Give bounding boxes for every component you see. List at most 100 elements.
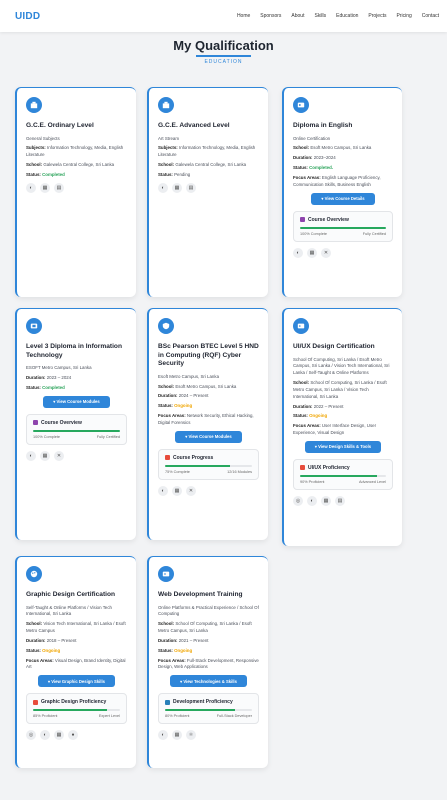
github-icon[interactable]: ◐ bbox=[307, 495, 317, 506]
card-detail-line: Duration: 2024 – Present bbox=[158, 393, 209, 399]
card-link-icons: ◎ ◐ ▦ ● bbox=[26, 730, 127, 741]
nav-sponsors[interactable]: Sponsors bbox=[260, 13, 281, 19]
calendar-icon[interactable]: ▦ bbox=[172, 182, 182, 193]
figma-icon[interactable]: ◎ bbox=[293, 495, 303, 506]
view-details-button[interactable]: ▾ View Technologies & Skills bbox=[170, 675, 247, 688]
calendar-icon[interactable]: ▦ bbox=[54, 730, 64, 741]
github-icon[interactable]: ◐ bbox=[158, 182, 168, 193]
card-header-icon bbox=[26, 97, 42, 113]
progress-icon bbox=[165, 455, 170, 461]
top-navbar: UIDD Home Sponsors About Skills Educatio… bbox=[0, 0, 447, 32]
card-title: Graphic Design Certification bbox=[26, 591, 116, 598]
card-detail-line: Duration: 2018 – Present bbox=[26, 637, 77, 643]
card-detail-line: Online Platforms & Practical Experience … bbox=[158, 604, 259, 617]
github-icon[interactable]: ◐ bbox=[26, 450, 36, 461]
nav-about[interactable]: About bbox=[291, 13, 304, 19]
card-detail-line: Status: Ongoing bbox=[158, 403, 193, 409]
view-details-button[interactable]: ▾ View Graphic Design Skills bbox=[38, 675, 115, 688]
card-detail-line: Status: Pending bbox=[158, 171, 191, 177]
progress-fill bbox=[33, 429, 120, 432]
github-icon[interactable]: ◐ bbox=[293, 247, 303, 258]
progress-fill bbox=[300, 474, 378, 477]
card-detail-line: School: School Of Computing, Sri Lanka /… bbox=[158, 621, 252, 634]
certificate-icon[interactable]: ▤ bbox=[186, 182, 196, 193]
progress-right-label: Advanced Level bbox=[358, 479, 386, 484]
view-details-button[interactable]: ▾ View Course Modules bbox=[175, 430, 242, 443]
progress-right-label: Fully Certified bbox=[362, 231, 386, 236]
view-details-button[interactable]: ▾ View Course Modules bbox=[43, 395, 110, 408]
card-detail-line: School: Galewela Central College, Sri La… bbox=[26, 162, 115, 168]
progress-left-label: 75% Complete bbox=[165, 469, 190, 474]
progress-panel: Graphic Design Proficiency 85% Proficient… bbox=[26, 693, 127, 725]
progress-left-label: 100% Complete bbox=[300, 231, 328, 236]
progress-title: Course Progress bbox=[165, 455, 252, 461]
github-icon[interactable]: ◐ bbox=[26, 182, 36, 193]
progress-title: Course Overview bbox=[300, 217, 386, 223]
calendar-icon[interactable]: ▦ bbox=[321, 495, 331, 506]
nav-skills[interactable]: Skills bbox=[314, 13, 326, 19]
github-icon[interactable]: ◐ bbox=[158, 730, 168, 741]
card-detail-line: Focus Areas: English Language Proficienc… bbox=[293, 174, 381, 187]
progress-title: Course Overview bbox=[33, 420, 120, 426]
card-detail-line: Status: Ongoing bbox=[26, 647, 61, 653]
nav-home[interactable]: Home bbox=[237, 13, 250, 19]
nav-menu: Home Sponsors About Skills Education Pro… bbox=[237, 13, 439, 19]
github-icon[interactable]: ◐ bbox=[158, 485, 168, 496]
palette-icon[interactable]: ● bbox=[68, 730, 78, 741]
card-detail-line: Focus Areas: Network Security, Ethical H… bbox=[158, 413, 254, 425]
close-icon[interactable]: ✕ bbox=[54, 450, 64, 461]
calendar-icon[interactable]: ▦ bbox=[40, 182, 50, 193]
card-detail-line: Duration: 2022 – Present bbox=[293, 403, 344, 409]
card-detail-line: Focus Areas: User Interface Design, User… bbox=[293, 423, 377, 436]
card-detail-line: Subjects: Information Technology, Media,… bbox=[158, 145, 256, 158]
card-link-icons: ◐ ▦ ✕ bbox=[158, 485, 259, 496]
progress-left-label: 90% Proficient bbox=[300, 479, 325, 484]
site-logo[interactable]: UIDD bbox=[15, 11, 40, 22]
nav-projects[interactable]: Projects bbox=[368, 13, 386, 19]
certificate-icon[interactable]: ▤ bbox=[54, 182, 64, 193]
card-detail-line: ESOFT Metro Campus, Sri Lanka bbox=[26, 365, 92, 371]
calendar-icon[interactable]: ▦ bbox=[307, 247, 317, 258]
progress-panel: Course Progress 75% Complete 12/16 Modules bbox=[158, 448, 259, 480]
card-detail-line: Status: Ongoing bbox=[158, 647, 193, 653]
card-title: UI/UX Design Certification bbox=[293, 343, 375, 350]
card-detail-line: Duration: 2023 – 2024 bbox=[26, 374, 72, 380]
card-detail-line: Esoft Metro Campus, Sri Lanka bbox=[158, 373, 220, 379]
card-title: G.C.E. Advanced Level bbox=[158, 122, 230, 129]
progress-bar bbox=[33, 709, 120, 712]
progress-panel: UI/UX Proficiency 90% Proficient Advanced … bbox=[293, 458, 393, 490]
close-icon[interactable]: ✕ bbox=[321, 247, 331, 258]
nav-contact[interactable]: Contact bbox=[422, 13, 439, 19]
certificate-icon[interactable]: ▤ bbox=[335, 495, 345, 506]
qualification-card: Diploma in English Online Certification Sc… bbox=[282, 87, 402, 297]
react-icon[interactable]: ⚛ bbox=[186, 730, 196, 741]
calendar-icon[interactable]: ▦ bbox=[172, 730, 182, 741]
section-title: My Qualification bbox=[173, 38, 274, 53]
card-title: Web Development Training bbox=[158, 591, 243, 598]
nav-education[interactable]: Education bbox=[336, 13, 358, 19]
progress-title: Graphic Design Proficiency bbox=[33, 699, 120, 705]
card-header-icon bbox=[293, 318, 309, 334]
progress-panel: Course Overview 100% Complete Fully Certif… bbox=[293, 210, 393, 242]
progress-icon bbox=[33, 420, 38, 426]
card-detail-line: Online Certification bbox=[293, 135, 331, 141]
view-details-button[interactable]: ▾ View Course Details bbox=[311, 192, 375, 205]
nav-pricing[interactable]: Pricing bbox=[396, 13, 411, 19]
calendar-icon[interactable]: ▦ bbox=[172, 485, 182, 496]
close-icon[interactable]: ✕ bbox=[186, 485, 196, 496]
card-detail-line: School: Esoft Metro Campus, Sri Lanka bbox=[293, 145, 372, 151]
progress-fill bbox=[165, 464, 231, 467]
figma-icon[interactable]: ◎ bbox=[26, 730, 36, 741]
card-header-icon bbox=[26, 318, 42, 334]
qualification-card: BSc Pearson BTEC Level 5 HND in Computin… bbox=[147, 308, 268, 540]
progress-right-label: 12/16 Modules bbox=[227, 469, 252, 474]
progress-icon bbox=[33, 699, 38, 705]
card-header-icon bbox=[26, 566, 42, 582]
card-detail-line: Duration: 2021 – Present bbox=[158, 637, 209, 643]
card-link-icons: ◐ ▦ ✕ bbox=[293, 247, 393, 258]
card-detail-line: Status: Completed bbox=[26, 171, 65, 177]
card-detail-line: Focus Areas: Visual Design, Brand Identi… bbox=[26, 657, 126, 670]
view-details-button[interactable]: ▾ View Design Skills & Tools bbox=[304, 440, 382, 453]
github-icon[interactable]: ◐ bbox=[40, 730, 50, 741]
calendar-icon[interactable]: ▦ bbox=[40, 450, 50, 461]
